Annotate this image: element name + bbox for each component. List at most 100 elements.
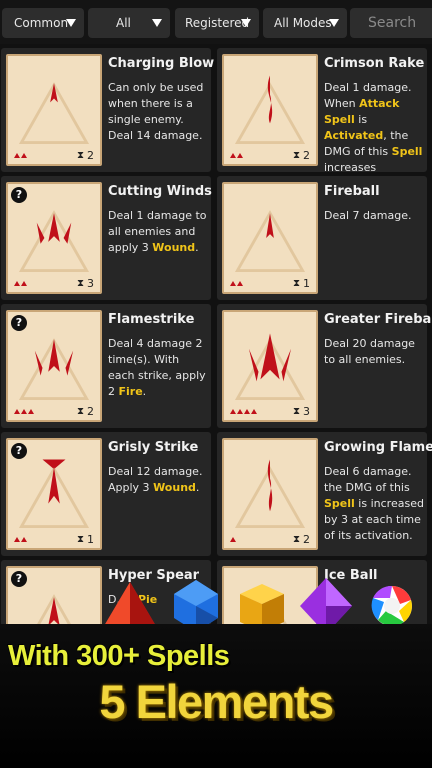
cooldown-value: 3 [87,277,94,290]
spell-artwork: ? ⧗ 3 [6,182,102,294]
cooldown-value: 3 [303,405,310,418]
hourglass-icon: ⧗ [292,534,300,545]
cost-icon [230,537,236,542]
spell-description: Deal 12 damage. Apply 3 Wound. [108,464,208,496]
description-text: Deal 20 damage to all enemies. [324,337,415,366]
banner-subheadline: 5 Elements [99,675,334,728]
spell-card[interactable]: ⧗ 3 Greater Fireball Deal 20 damage to all … [217,304,432,428]
spell-artwork: ? ⧗ 2 [6,310,102,422]
spell-card[interactable]: ⧗ 1 Fireball Deal 7 damage. [217,176,427,300]
cooldown-value: 1 [303,277,310,290]
cooldown: ⧗ 3 [77,277,94,290]
mode-dropdown[interactable]: All Modes [263,8,347,38]
rarity-dropdown-value: Common [14,16,69,30]
spell-title: Cutting Winds [108,184,212,199]
keyword: Spell [324,497,355,510]
spell-description: Deal 7 damage. [324,208,424,224]
spell-title: Grisly Strike [108,440,199,455]
cooldown: ⧗ 2 [77,405,94,418]
chevron-down-icon [66,19,76,27]
description-text: is [354,113,368,126]
description-text: . [195,241,199,254]
hourglass-icon: ⧗ [76,278,84,289]
spell-artwork: ? [6,566,102,624]
rainbow-gem [371,585,412,626]
description-text: Deal 7 damage. [324,209,412,222]
chevron-down-icon [241,19,251,27]
promo-banner: With 300+ Spells 5 Elements [0,624,432,768]
hourglass-icon: ⧗ [76,406,84,417]
help-icon[interactable]: ? [11,315,27,331]
hourglass-icon: ⧗ [292,150,300,161]
spell-card[interactable]: ⧗ 2 Crimson Rake Deal 1 damage. When Attack… [217,48,427,174]
spell-artwork: ⧗ 3 [222,310,318,422]
cooldown-value: 2 [87,149,94,162]
red-fire-gem [104,582,156,626]
spell-artwork: ⧗ 1 [222,182,318,294]
filter-bar: Common All Registered All Modes [0,0,432,44]
help-icon[interactable]: ? [11,443,27,459]
cooldown: ⧗ 3 [293,405,310,418]
cooldown: ⧗ 2 [293,533,310,546]
spell-card[interactable]: ? ⧗ 1 Grisly Strike Deal 12 damage. Apply 3 … [1,432,211,556]
chevron-down-icon [152,19,162,27]
rarity-dropdown[interactable]: Common [2,8,84,38]
search-input[interactable] [350,8,432,38]
spell-description: Deal 6 damage. the DMG of this Spell is … [324,464,424,544]
help-icon[interactable]: ? [11,187,27,203]
spell-title: Charging Blow [108,56,215,71]
hourglass-icon: ⧗ [292,406,300,417]
cost-icon [230,153,243,158]
keyword: Wound [153,481,196,494]
cost-icon [230,409,257,414]
chevron-down-icon [329,19,339,27]
spell-title: Crimson Rake [324,56,425,71]
mode-dropdown-value: All Modes [274,16,332,30]
cooldown: ⧗ 2 [293,149,310,162]
spell-description: Deal 4 damage 2 time(s). With each strik… [108,336,208,400]
cost-icon [14,281,27,286]
registration-dropdown-value: Registered [185,16,250,30]
cost-icon [14,153,27,158]
element-dropdown-value: All [116,16,131,30]
cooldown: ⧗ 2 [77,149,94,162]
spell-description: Can only be used when there is a single … [108,80,208,144]
cooldown: ⧗ 1 [77,533,94,546]
cost-icon [230,281,243,286]
spell-artwork: ⧗ 2 [222,438,318,550]
keyword: Fire [118,385,143,398]
cooldown-value: 1 [87,533,94,546]
spell-title: Flamestrike [108,312,195,327]
description-text: . [195,481,200,494]
spell-description: Deal 1 damage to all enemies and apply 3… [108,208,208,256]
description-text: Can only be used when there is a single … [108,81,204,142]
spell-artwork: ⧗ 2 [6,54,102,166]
keyword: Activated [324,129,384,142]
spell-title: Greater Fireball [324,312,432,327]
spell-artwork: ⧗ 2 [222,54,318,166]
description-text: increases [324,161,377,174]
help-icon[interactable]: ? [11,571,27,587]
cooldown: ⧗ 1 [293,277,310,290]
cooldown-value: 2 [303,149,310,162]
spell-card[interactable]: ? ⧗ 3 Cutting Winds Deal 1 damage to all ene… [1,176,212,300]
hourglass-icon: ⧗ [292,278,300,289]
keyword: Spell [391,145,423,158]
keyword: Wound [152,241,196,254]
registration-dropdown[interactable]: Registered [175,8,259,38]
spell-title: Fireball [324,184,380,199]
spell-title: Growing Flame [324,440,432,455]
element-dropdown[interactable]: All [88,8,170,38]
description-text: . [142,385,147,398]
spell-list[interactable]: ⧗ 2 Charging Blow Can only be used when the… [0,44,432,624]
spell-card[interactable]: ? ⧗ 2 Flamestrike Deal 4 damage 2 time(s). W… [1,304,211,428]
hourglass-icon: ⧗ [76,150,84,161]
spell-artwork: ? ⧗ 1 [6,438,102,550]
description-text: Deal 6 damage. the DMG of this [324,465,412,494]
banner-headline: With 300+ Spells [8,640,230,672]
spell-card[interactable]: ⧗ 2 Charging Blow Can only be used when the… [1,48,215,172]
cost-icon [14,537,27,542]
cooldown-value: 2 [87,405,94,418]
cost-icon [14,409,34,414]
spell-card[interactable]: ⧗ 2 Growing Flame Deal 6 damage. the DMG of… [217,432,432,556]
